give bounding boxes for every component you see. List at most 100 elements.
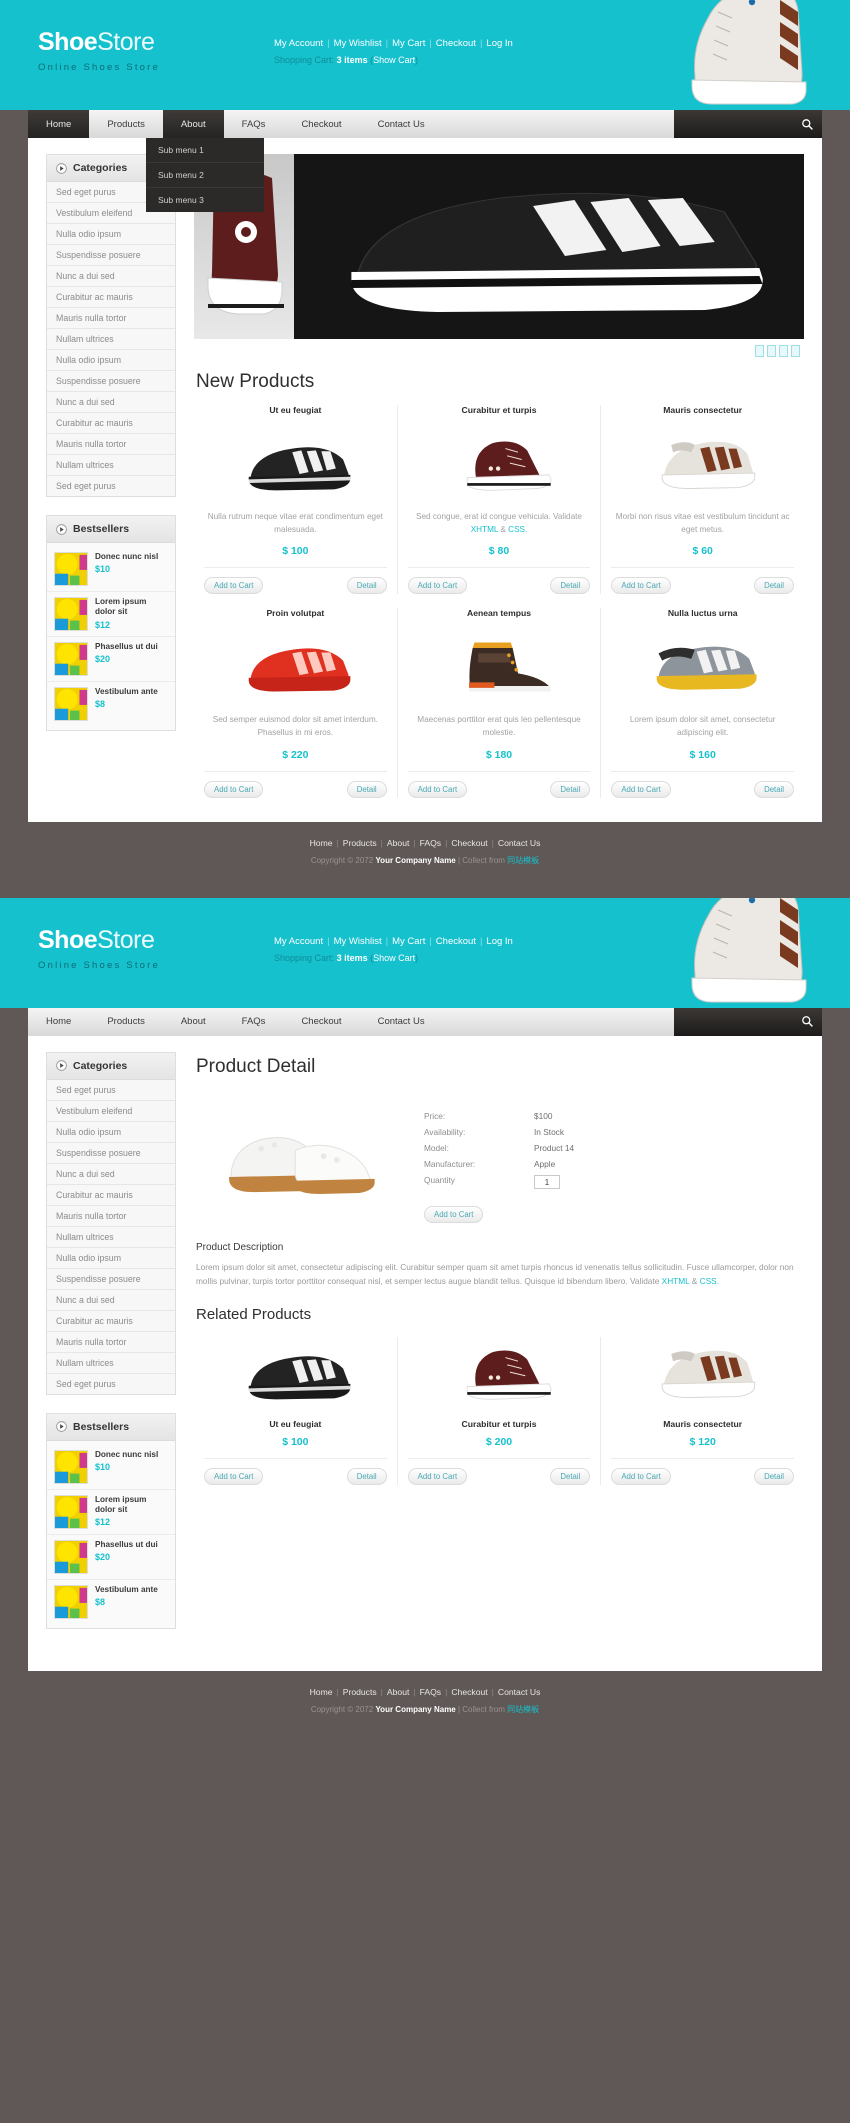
product-image-cream-sneaker[interactable]	[611, 427, 794, 501]
category-item[interactable]: Mauris nulla tortor	[47, 1206, 175, 1227]
category-item[interactable]: Vestibulum eleifend	[47, 1101, 175, 1122]
slider-dot[interactable]	[755, 345, 764, 357]
bestseller-item[interactable]: Phasellus ut dui $20	[47, 1535, 175, 1580]
category-item[interactable]: Curabitur ac mauris	[47, 287, 175, 308]
nav-item-contact-us[interactable]: Contact Us	[359, 110, 443, 138]
add-to-cart-button[interactable]: Add to Cart	[611, 577, 671, 595]
footer-link-products[interactable]: Products	[343, 838, 377, 848]
show-cart-link[interactable]: Show Cart	[373, 55, 415, 65]
category-item[interactable]: Mauris nulla tortor	[47, 1332, 175, 1353]
detail-button[interactable]: Detail	[346, 780, 387, 798]
logo[interactable]: ShoeStore Online Shoes Store	[38, 28, 160, 73]
detail-button[interactable]: Detail	[550, 1468, 591, 1486]
top-link-my-wishlist-2[interactable]: My Wishlist	[334, 936, 382, 947]
category-item[interactable]: Nulla odio ipsum	[47, 1248, 175, 1269]
footer-link-contact-us-2[interactable]: Contact Us	[498, 1687, 541, 1697]
footer-link-about[interactable]: About	[387, 838, 409, 848]
top-link-my-cart-2[interactable]: My Cart	[392, 936, 425, 947]
bestseller-item[interactable]: Donec nunc nisl $10	[47, 547, 175, 592]
footer-link-about-2[interactable]: About	[387, 1687, 409, 1697]
css-link[interactable]: CSS	[508, 525, 525, 534]
nav-item-home-2[interactable]: Home	[28, 1007, 90, 1036]
submenu-item-1[interactable]: Sub menu 1	[146, 138, 264, 163]
product-image-maroon-hightop[interactable]	[408, 427, 591, 501]
nav-item-about-2[interactable]: About	[162, 1007, 224, 1036]
footer-link-home-2[interactable]: Home	[310, 1687, 333, 1697]
nav-item-products-2[interactable]: Products	[89, 1007, 163, 1036]
bestseller-item[interactable]: Lorem ipsum dolor sit $12	[47, 1490, 175, 1535]
search-icon[interactable]	[801, 118, 814, 131]
top-link-log-in-2[interactable]: Log In	[486, 936, 512, 947]
submenu-item-2[interactable]: Sub menu 2	[146, 163, 264, 188]
category-item[interactable]: Nunc a dui sed	[47, 266, 175, 287]
footer-link-contact-us[interactable]: Contact Us	[498, 838, 541, 848]
category-item[interactable]: Nulla odio ipsum	[47, 1122, 175, 1143]
category-item[interactable]: Sed eget purus	[47, 476, 175, 496]
slider-pagination[interactable]	[194, 339, 804, 357]
add-to-cart-button[interactable]: Add to Cart	[204, 1468, 264, 1486]
collect-from-link-2[interactable]: 同站模板	[507, 1705, 539, 1714]
slider-dot[interactable]	[779, 345, 788, 357]
search-box[interactable]	[674, 110, 822, 138]
category-item[interactable]: Curabitur ac mauris	[47, 413, 175, 434]
nav-item-checkout-2[interactable]: Checkout	[283, 1007, 360, 1036]
show-cart-link-2[interactable]: Show Cart	[373, 953, 415, 963]
search-input-2[interactable]	[682, 1016, 801, 1027]
category-item[interactable]: Suspendisse posuere	[47, 245, 175, 266]
collect-from-link[interactable]: 同站模板	[507, 856, 539, 865]
top-link-my-account-2[interactable]: My Account	[274, 936, 323, 947]
nav-item-home[interactable]: Home	[28, 110, 90, 138]
add-to-cart-button[interactable]: Add to Cart	[424, 1205, 484, 1223]
category-item[interactable]: Nullam ultrices	[47, 1353, 175, 1374]
add-to-cart-button[interactable]: Add to Cart	[407, 577, 468, 595]
add-to-cart-button[interactable]: Add to Cart	[611, 1468, 671, 1486]
add-to-cart-button[interactable]: Add to Cart	[407, 780, 468, 798]
search-box-2[interactable]	[674, 1007, 822, 1036]
product-detail-image[interactable]	[194, 1094, 404, 1224]
category-item[interactable]: Nullam ultrices	[47, 329, 175, 350]
product-image-black-sneaker[interactable]	[204, 427, 387, 501]
nav-item-faqs[interactable]: FAQs	[223, 110, 284, 138]
add-to-cart-button[interactable]: Add to Cart	[611, 780, 671, 798]
detail-button[interactable]: Detail	[550, 577, 591, 595]
search-input[interactable]	[682, 119, 801, 129]
product-image-brown-boot[interactable]	[408, 630, 591, 704]
quantity-input[interactable]: 1	[534, 1174, 560, 1189]
product-image-grey-sneaker[interactable]	[611, 630, 794, 704]
category-item[interactable]: Suspendisse posuere	[47, 1143, 175, 1164]
category-item[interactable]: Nunc a dui sed	[47, 1164, 175, 1185]
category-item[interactable]: Sed eget purus	[47, 1080, 175, 1101]
top-link-my-wishlist[interactable]: My Wishlist	[334, 38, 382, 49]
category-item[interactable]: Suspendisse posuere	[47, 371, 175, 392]
bestseller-item[interactable]: Phasellus ut dui $20	[47, 637, 175, 682]
css-link[interactable]: CSS	[700, 1276, 717, 1286]
top-link-checkout-2[interactable]: Checkout	[436, 936, 476, 947]
footer-link-checkout-2[interactable]: Checkout	[451, 1687, 487, 1697]
footer-link-checkout[interactable]: Checkout	[451, 838, 487, 848]
category-item[interactable]: Nulla odio ipsum	[47, 224, 175, 245]
category-item[interactable]: Nullam ultrices	[47, 455, 175, 476]
category-item[interactable]: Nulla odio ipsum	[47, 350, 175, 371]
detail-button[interactable]: Detail	[346, 577, 387, 595]
category-item[interactable]: Sed eget purus	[47, 1374, 175, 1394]
product-image-red-sneaker[interactable]	[204, 630, 387, 704]
detail-button[interactable]: Detail	[346, 1468, 387, 1486]
top-link-my-cart[interactable]: My Cart	[392, 38, 425, 49]
related-image-maroon-hightop[interactable]	[408, 1337, 591, 1409]
category-item[interactable]: Suspendisse posuere	[47, 1269, 175, 1290]
nav-item-checkout[interactable]: Checkout	[283, 110, 360, 138]
category-item[interactable]: Nunc a dui sed	[47, 1290, 175, 1311]
nav-item-contact-us-2[interactable]: Contact Us	[359, 1007, 443, 1036]
add-to-cart-button[interactable]: Add to Cart	[204, 577, 264, 595]
bestseller-item[interactable]: Lorem ipsum dolor sit $12	[47, 592, 175, 637]
submenu-item-3[interactable]: Sub menu 3	[146, 188, 264, 212]
top-link-log-in[interactable]: Log In	[486, 38, 512, 49]
detail-button[interactable]: Detail	[550, 780, 591, 798]
xhtml-link[interactable]: XHTML	[662, 1276, 690, 1286]
nav-item-products[interactable]: Products	[89, 110, 163, 138]
detail-button[interactable]: Detail	[754, 780, 795, 798]
category-item[interactable]: Curabitur ac mauris	[47, 1185, 175, 1206]
detail-button[interactable]: Detail	[754, 577, 795, 595]
search-icon[interactable]	[801, 1015, 814, 1028]
category-item[interactable]: Nullam ultrices	[47, 1227, 175, 1248]
